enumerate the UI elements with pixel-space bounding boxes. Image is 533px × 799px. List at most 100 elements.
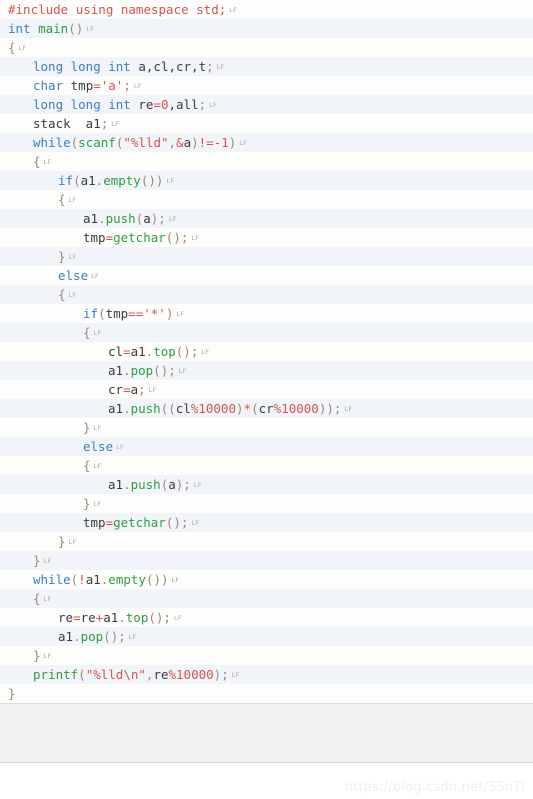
code-line[interactable]: re=re+a1.top(); LF — [0, 608, 533, 627]
code-token-fn: top — [153, 344, 176, 359]
code-line-content: { — [8, 458, 91, 473]
code-line[interactable]: else LF — [0, 437, 533, 456]
code-line-content: long long int re=0,all; — [8, 97, 206, 112]
code-token-op: == — [128, 306, 144, 321]
code-line[interactable]: cl=a1.top(); LF — [0, 342, 533, 361]
line-ending-marker: LF — [229, 6, 238, 14]
line-ending-marker: LF — [91, 272, 100, 280]
code-token-fn: push — [105, 211, 136, 226]
code-token-op: = — [123, 344, 131, 359]
code-token-op: * — [243, 401, 252, 416]
code-line[interactable]: } LF — [0, 247, 533, 266]
code-token-str: '*' — [143, 306, 166, 321]
code-token-id: tmp — [105, 306, 129, 321]
code-token-fn: scanf — [78, 135, 116, 150]
code-token-id: a1 — [58, 629, 74, 644]
code-line[interactable]: {LF — [0, 190, 533, 209]
line-ending-marker: LF — [116, 443, 125, 451]
code-line[interactable]: long long int a,cl,cr,t; LF — [0, 57, 533, 76]
code-line-content: if(a1.empty()) — [8, 173, 163, 188]
code-token-id: a — [168, 477, 176, 492]
code-token-fn: empty — [103, 173, 141, 188]
code-line-content: a1.push(a); — [8, 477, 191, 492]
code-line[interactable]: {LF — [0, 152, 533, 171]
code-token-punc: ) — [191, 135, 199, 150]
code-token-brace: { — [83, 325, 91, 340]
code-line[interactable]: } LF — [0, 646, 533, 665]
code-token-punc: ; — [138, 382, 146, 397]
line-ending-marker: LF — [86, 25, 95, 33]
code-line-content: } — [8, 249, 66, 264]
code-line[interactable]: a1.push(a); LF — [0, 475, 533, 494]
line-ending-marker: LF — [176, 310, 185, 318]
code-token-punc: ; — [198, 97, 207, 112]
code-token-fn: getchar — [113, 515, 166, 530]
code-line[interactable]: a1.pop(); LF — [0, 361, 533, 380]
code-line[interactable]: {LF — [0, 456, 533, 475]
code-token-id: ,all — [168, 97, 199, 112]
code-token-kw: else — [83, 439, 114, 454]
code-token-punc: (); — [165, 230, 189, 245]
code-line-content: { — [8, 325, 91, 340]
code-token-id: a,cl,cr,t — [138, 59, 207, 74]
code-line[interactable]: } LF — [0, 532, 533, 551]
code-line-content: a1.push((cl%10000)*(cr%10000)); — [8, 401, 341, 416]
line-ending-marker: LF — [133, 82, 142, 90]
code-line[interactable]: printf("%lld\n",re%10000); LF — [0, 665, 533, 684]
code-line[interactable]: stack a1; LF — [0, 114, 533, 133]
code-line[interactable]: char tmp='a'; LF — [0, 76, 533, 95]
code-line[interactable]: {LF — [0, 589, 533, 608]
code-line[interactable]: } LF — [0, 494, 533, 513]
code-line-content: } — [8, 496, 91, 511]
code-line[interactable]: } LF — [0, 551, 533, 570]
code-line[interactable]: {LF — [0, 38, 533, 57]
code-token-fn: printf — [33, 667, 79, 682]
code-line[interactable]: a1.push(a); LF — [0, 209, 533, 228]
code-token-op: ! — [78, 572, 86, 587]
code-token-brace: { — [33, 154, 41, 169]
code-token-id: cl — [108, 344, 124, 359]
code-line[interactable]: int main() LF — [0, 19, 533, 38]
code-token-brace: } — [83, 496, 91, 511]
code-line-content: } — [8, 648, 41, 663]
code-line-content: printf("%lld\n",re%10000); — [8, 667, 229, 682]
code-line[interactable]: tmp=getchar(); LF — [0, 513, 533, 532]
code-line[interactable]: a1.pop(); LF — [0, 627, 533, 646]
code-token-id: a1 — [130, 344, 146, 359]
code-line-content: cr=a; — [8, 382, 146, 397]
code-line[interactable]: #include using namespace std; LF — [0, 0, 533, 19]
code-line-content: while(!a1.empty()) — [8, 572, 169, 587]
code-line[interactable]: while(!a1.empty()) LF — [0, 570, 533, 589]
code-line[interactable]: long long int re=0,all; LF — [0, 95, 533, 114]
code-line[interactable]: if(tmp=='*') LF — [0, 304, 533, 323]
code-line[interactable]: } LF — [0, 418, 533, 437]
code-line-content: cl=a1.top(); — [8, 344, 198, 359]
code-token-id: re — [138, 97, 154, 112]
line-ending-marker: LF — [93, 329, 102, 337]
code-line[interactable]: {LF — [0, 323, 533, 342]
code-line[interactable]: cr=a; LF — [0, 380, 533, 399]
code-line[interactable]: else LF — [0, 266, 533, 285]
code-token-kw: while — [33, 135, 71, 150]
code-line[interactable]: if(a1.empty()) LF — [0, 171, 533, 190]
code-line[interactable]: tmp=getchar(); LF — [0, 228, 533, 247]
code-token-op: & — [176, 135, 184, 150]
code-block[interactable]: #include using namespace std; LF int main(… — [0, 0, 533, 704]
code-line[interactable]: a1.push((cl%10000)*(cr%10000)); LF — [0, 399, 533, 418]
code-token-kw: char — [33, 78, 64, 93]
line-ending-marker: LF — [128, 633, 137, 641]
code-token-kw: if — [58, 173, 74, 188]
line-ending-marker: LF — [93, 424, 102, 432]
line-ending-marker: LF — [171, 576, 180, 584]
code-token-id: a — [143, 211, 151, 226]
code-token-brace: } — [33, 648, 41, 663]
code-token-brace: } — [33, 553, 41, 568]
line-ending-marker: LF — [201, 348, 210, 356]
code-token-punc: ()) — [140, 173, 164, 188]
code-line[interactable]: {LF — [0, 285, 533, 304]
code-line[interactable]: } — [0, 684, 533, 703]
code-line[interactable]: while(scanf("%lld",&a)!=-1) LF — [0, 133, 533, 152]
code-token-fn: empty — [108, 572, 146, 587]
code-line-content: if(tmp=='*') — [8, 306, 173, 321]
code-token-id: a — [183, 135, 192, 150]
